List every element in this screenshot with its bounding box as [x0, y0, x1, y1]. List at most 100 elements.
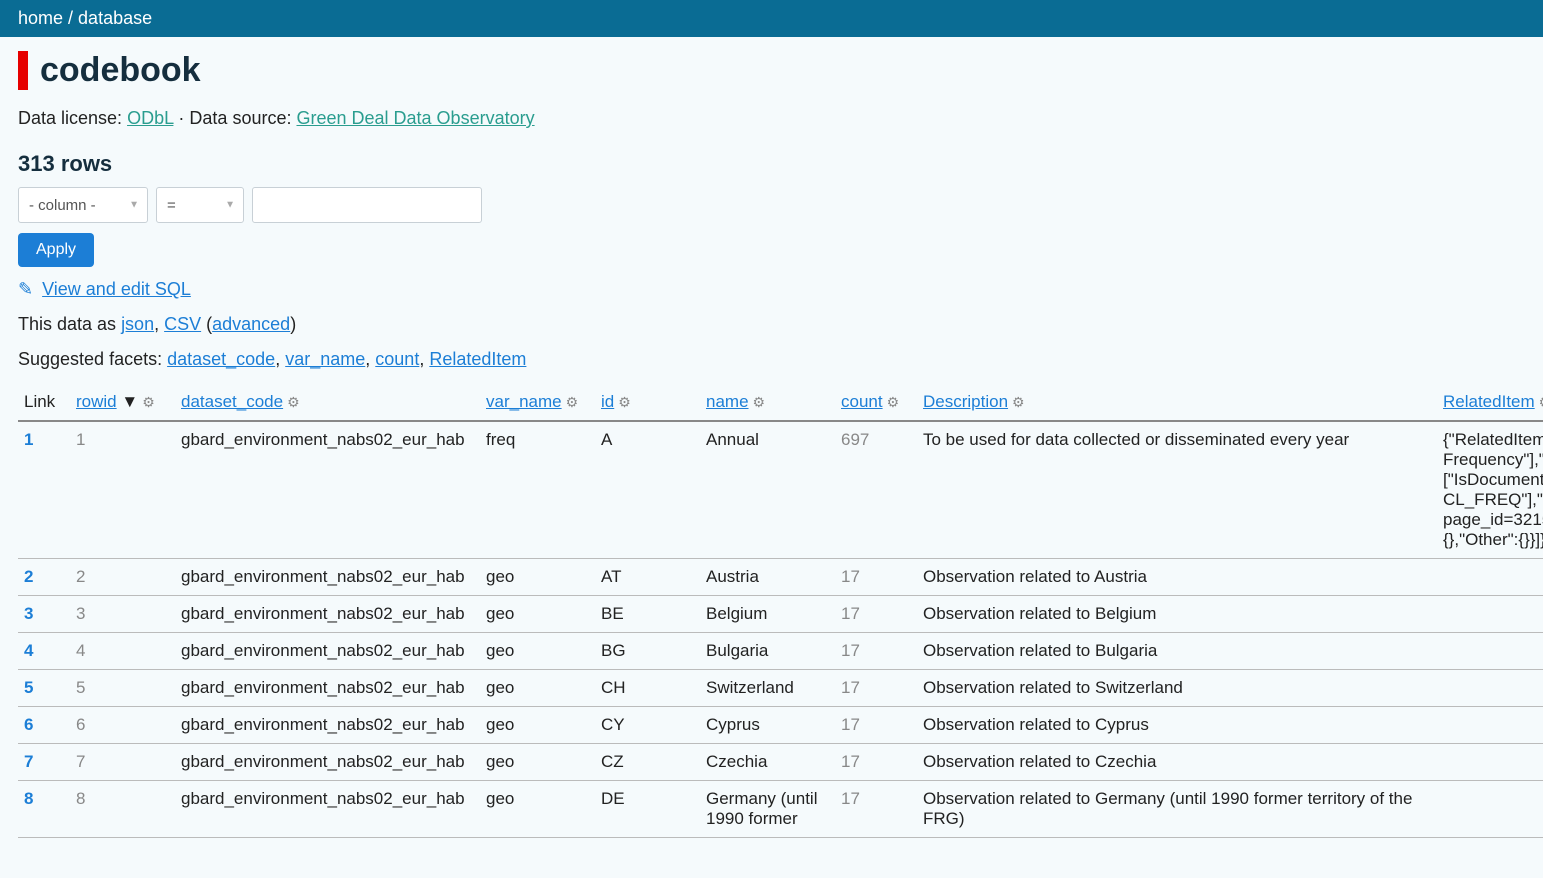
gear-icon[interactable]: ⚙	[1539, 394, 1543, 411]
sort-description[interactable]: Description	[923, 392, 1008, 411]
cell-related-item	[1437, 744, 1543, 781]
col-id: id⚙	[595, 384, 700, 421]
gear-icon[interactable]: ⚙	[287, 394, 300, 411]
cell-name: Switzerland	[700, 670, 835, 707]
sort-id[interactable]: id	[601, 392, 614, 411]
gear-icon[interactable]: ⚙	[753, 394, 766, 411]
advanced-link[interactable]: advanced	[212, 314, 290, 334]
gear-icon[interactable]: ⚙	[1012, 394, 1025, 411]
table-row: 33gbard_environment_nabs02_eur_habgeoBEB…	[18, 596, 1543, 633]
filter-operator-value: =	[167, 197, 176, 214]
filter-operator-select[interactable]: = ▼	[156, 187, 244, 223]
license-link[interactable]: ODbL	[127, 108, 173, 128]
cell-description: Observation related to Belgium	[917, 596, 1437, 633]
sort-count[interactable]: count	[841, 392, 883, 411]
cell-description: Observation related to Czechia	[917, 744, 1437, 781]
source-link[interactable]: Green Deal Data Observatory	[296, 108, 534, 128]
row-link[interactable]: 7	[24, 752, 33, 771]
cell-id: DE	[595, 781, 700, 838]
cell-rowid: 6	[70, 707, 175, 744]
apply-button[interactable]: Apply	[18, 233, 94, 267]
table-row: 55gbard_environment_nabs02_eur_habgeoCHS…	[18, 670, 1543, 707]
gear-icon[interactable]: ⚙	[566, 394, 579, 411]
cell-description: Observation related to Austria	[917, 559, 1437, 596]
cell-description: Observation related to Cyprus	[917, 707, 1437, 744]
col-related-item: RelatedItem⚙	[1437, 384, 1543, 421]
view-edit-sql-link[interactable]: View and edit SQL	[42, 279, 191, 299]
data-table: Link rowid ▼⚙ dataset_code⚙ var_name⚙ id…	[18, 384, 1543, 838]
facet-link[interactable]: count	[375, 349, 419, 369]
sort-var-name[interactable]: var_name	[486, 392, 562, 411]
cell-id: CZ	[595, 744, 700, 781]
cell-description: To be used for data collected or dissemi…	[917, 421, 1437, 559]
cell-related-item	[1437, 596, 1543, 633]
csv-link[interactable]: CSV	[164, 314, 201, 334]
license-line: Data license: ODbL · Data source: Green …	[18, 108, 1525, 129]
col-rowid: rowid ▼⚙	[70, 384, 175, 421]
row-link[interactable]: 3	[24, 604, 33, 623]
row-link[interactable]: 6	[24, 715, 33, 734]
cell-related-item: {"RelatedItem" Frequency"],"re ["IsDocum…	[1437, 421, 1543, 559]
filter-column-select[interactable]: - column - ▼	[18, 187, 148, 223]
col-description: Description⚙	[917, 384, 1437, 421]
data-as-line: This data as json, CSV (advanced)	[18, 314, 1525, 335]
cell-link: 1	[18, 421, 70, 559]
sort-dataset-code[interactable]: dataset_code	[181, 392, 283, 411]
col-count: count⚙	[835, 384, 917, 421]
cell-count: 17	[835, 670, 917, 707]
cell-name: Germany (until 1990 former	[700, 781, 835, 838]
cell-link: 4	[18, 633, 70, 670]
facet-link[interactable]: RelatedItem	[429, 349, 526, 369]
sort-name[interactable]: name	[706, 392, 749, 411]
chevron-down-icon: ▼	[129, 200, 139, 211]
facets-prefix: Suggested facets:	[18, 349, 167, 369]
row-link[interactable]: 2	[24, 567, 33, 586]
json-link[interactable]: json	[121, 314, 154, 334]
col-link: Link	[18, 384, 70, 421]
gear-icon[interactable]: ⚙	[142, 394, 155, 411]
cell-dataset-code: gbard_environment_nabs02_eur_hab	[175, 670, 480, 707]
cell-description: Observation related to Switzerland	[917, 670, 1437, 707]
cell-var-name: freq	[480, 421, 595, 559]
table-row: 22gbard_environment_nabs02_eur_habgeoATA…	[18, 559, 1543, 596]
row-link[interactable]: 1	[24, 430, 33, 449]
breadcrumb-database[interactable]: database	[78, 8, 152, 28]
cell-name: Austria	[700, 559, 835, 596]
pencil-icon: ✎	[18, 279, 33, 299]
cell-count: 697	[835, 421, 917, 559]
sort-related-item[interactable]: RelatedItem	[1443, 392, 1535, 411]
cell-name: Cyprus	[700, 707, 835, 744]
row-link[interactable]: 5	[24, 678, 33, 697]
source-prefix: Data source:	[189, 108, 296, 128]
cell-dataset-code: gbard_environment_nabs02_eur_hab	[175, 559, 480, 596]
gear-icon[interactable]: ⚙	[618, 394, 631, 411]
row-count: 313 rows	[18, 151, 1525, 177]
cell-var-name: geo	[480, 596, 595, 633]
cell-id: AT	[595, 559, 700, 596]
cell-id: BE	[595, 596, 700, 633]
col-var-name: var_name⚙	[480, 384, 595, 421]
table-row: 11gbard_environment_nabs02_eur_habfreqAA…	[18, 421, 1543, 559]
cell-name: Bulgaria	[700, 633, 835, 670]
facet-link[interactable]: var_name	[285, 349, 365, 369]
cell-dataset-code: gbard_environment_nabs02_eur_hab	[175, 781, 480, 838]
cell-count: 17	[835, 559, 917, 596]
cell-related-item	[1437, 781, 1543, 838]
breadcrumb-home[interactable]: home	[18, 8, 63, 28]
cell-var-name: geo	[480, 744, 595, 781]
row-link[interactable]: 4	[24, 641, 33, 660]
cell-link: 7	[18, 744, 70, 781]
sort-rowid[interactable]: rowid	[76, 392, 117, 411]
gear-icon[interactable]: ⚙	[887, 394, 900, 411]
cell-name: Czechia	[700, 744, 835, 781]
breadcrumb: home / database	[0, 0, 1543, 37]
col-dataset-code: dataset_code⚙	[175, 384, 480, 421]
cell-related-item	[1437, 633, 1543, 670]
filter-value-input[interactable]	[252, 187, 482, 223]
sql-link-line: ✎ View and edit SQL	[18, 279, 1525, 300]
facet-link[interactable]: dataset_code	[167, 349, 275, 369]
table-row: 88gbard_environment_nabs02_eur_habgeoDEG…	[18, 781, 1543, 838]
cell-var-name: geo	[480, 559, 595, 596]
row-link[interactable]: 8	[24, 789, 33, 808]
chevron-down-icon: ▼	[225, 200, 235, 211]
